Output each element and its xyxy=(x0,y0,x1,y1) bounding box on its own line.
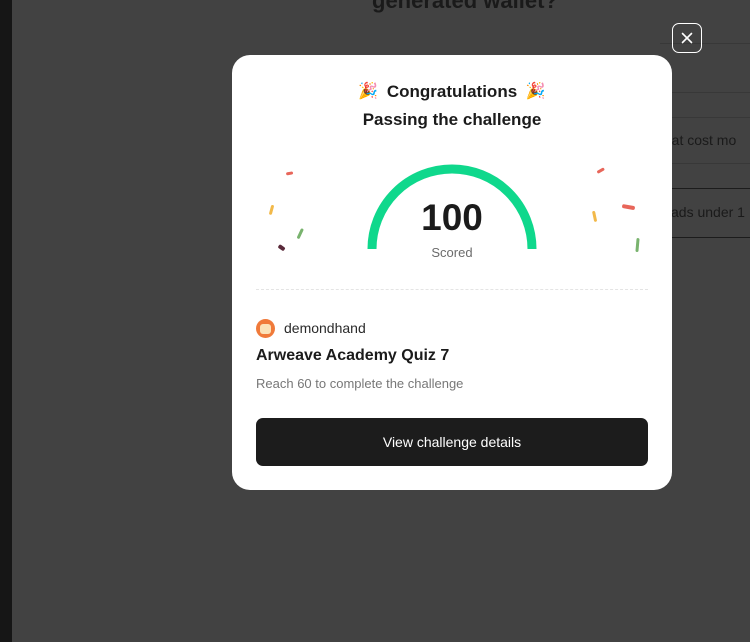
modal-subtitle: Passing the challenge xyxy=(362,110,542,129)
confetti-piece xyxy=(597,167,605,174)
confetti-piece xyxy=(622,204,635,210)
author-row: demondhand xyxy=(256,317,366,339)
modal-title: 🎉 Congratulations 🎉 xyxy=(232,81,672,102)
challenge-requirement: Reach 60 to complete the challenge xyxy=(256,376,464,391)
background-option: ads under 1 xyxy=(671,204,745,220)
background-heading: generated wallet? xyxy=(372,0,558,13)
confetti-piece xyxy=(278,244,286,251)
congratulations-modal: 🎉 Congratulations 🎉 Passing the challeng… xyxy=(232,55,672,490)
quiz-title: Arweave Academy Quiz 7 xyxy=(256,347,450,364)
close-button[interactable] xyxy=(672,23,702,53)
congratulations-text: Congratulations xyxy=(386,82,518,101)
confetti-piece xyxy=(286,171,294,176)
dashed-divider xyxy=(256,289,648,290)
background-divider xyxy=(660,92,750,93)
confetti-piece xyxy=(635,238,640,253)
avatar-face xyxy=(260,323,271,334)
confetti-piece xyxy=(592,210,597,222)
confetti-piece xyxy=(269,204,274,215)
background-divider xyxy=(660,163,750,164)
avatar-icon xyxy=(256,318,275,338)
view-challenge-details-button[interactable]: View challenge details xyxy=(256,418,648,466)
party-popper-icon: 🎉 xyxy=(358,83,379,100)
left-edge-strip xyxy=(0,0,12,642)
author-name: demondhand xyxy=(284,320,366,336)
score-value: 100 xyxy=(421,197,483,238)
close-icon xyxy=(681,32,693,44)
party-popper-icon: 🎉 xyxy=(525,83,546,100)
score-label: Scored xyxy=(431,245,473,260)
confetti-piece xyxy=(297,228,304,239)
background-divider xyxy=(660,117,750,118)
